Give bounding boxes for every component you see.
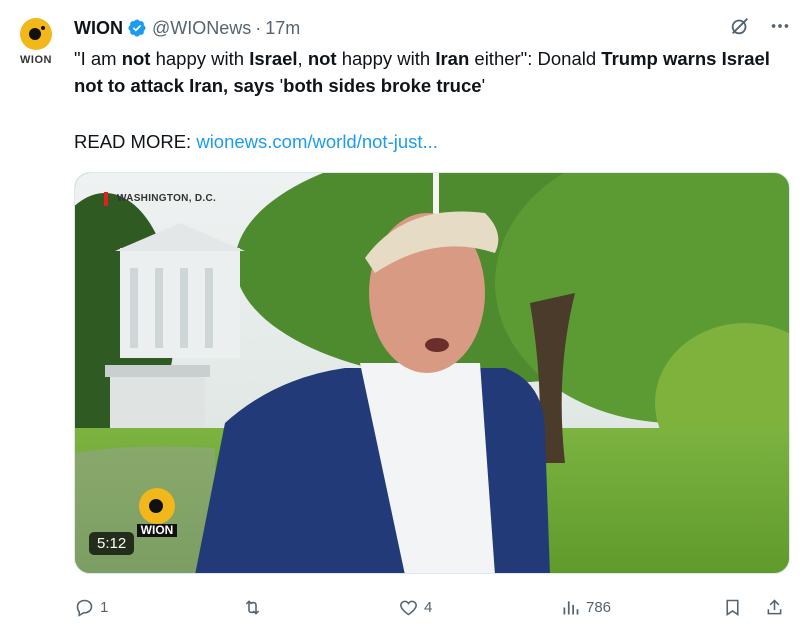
views-count: 786: [586, 598, 612, 616]
tweet-text: "I am not happy with Israel, not happy w…: [74, 45, 774, 99]
tweet-text-part: not: [121, 48, 151, 69]
location-marker: [104, 192, 108, 206]
like-count: 4: [424, 598, 433, 616]
video-duration: 5:12: [89, 532, 135, 555]
avatar[interactable]: WION: [14, 18, 58, 68]
avatar-label: WION: [20, 54, 52, 66]
tweet-text-part: Iran: [435, 48, 470, 69]
views-icon: [563, 600, 579, 614]
reply-count: 1: [100, 598, 109, 616]
tweet-text-part: ,: [297, 48, 308, 69]
tweet-text-part: "I am: [74, 48, 122, 69]
read-more-link[interactable]: wionews.com/world/not-just...: [196, 131, 438, 152]
like-icon: [400, 600, 417, 615]
action-bar: 1 4 786: [74, 592, 794, 622]
header-actions: [728, 14, 792, 38]
grok-icon[interactable]: [728, 14, 752, 38]
tweet-text-part: ': [274, 75, 284, 96]
retweet-icon: [245, 599, 260, 615]
read-more-label: READ MORE:: [74, 131, 197, 152]
share-button[interactable]: [764, 592, 785, 622]
tweet-text-part: happy with: [336, 48, 436, 69]
tweet-header: WION @WIONews · 17m: [74, 15, 300, 41]
like-button[interactable]: 4: [398, 592, 432, 622]
tweet-text-part: Trump: [601, 48, 658, 69]
tweet-text-part: happy with: [150, 48, 250, 69]
separator: ·: [255, 17, 262, 38]
tweet-text-part: not: [307, 48, 337, 69]
retweet-button[interactable]: [242, 592, 268, 622]
handle[interactable]: @WIONews: [152, 18, 251, 39]
bookmark-icon: [726, 599, 739, 616]
verified-icon: [128, 19, 146, 37]
more-icon[interactable]: [768, 14, 792, 38]
display-name[interactable]: WION: [74, 18, 123, 39]
tweet-text-part: both sides broke truce: [283, 75, 482, 96]
wion-logo-icon: [139, 488, 175, 524]
reply-icon: [76, 599, 93, 617]
share-icon: [767, 598, 782, 614]
bookmark-button[interactable]: [722, 592, 743, 622]
views-button[interactable]: 786: [560, 592, 611, 622]
video-frame: [75, 173, 789, 573]
timestamp[interactable]: 17m: [265, 18, 300, 39]
tweet-text-part: Israel: [249, 48, 298, 69]
reply-button[interactable]: 1: [74, 592, 108, 622]
video-location-label: WASHINGTON, D.C.: [117, 193, 217, 204]
video-logo-text: WION: [137, 524, 177, 537]
video-wion-logo: WION: [137, 486, 177, 538]
video-player[interactable]: [74, 172, 790, 574]
wion-logo-icon: [20, 18, 52, 50]
read-more-line: READ MORE: wionews.com/world/not-just...: [74, 128, 438, 155]
tweet-text-part: ': [481, 75, 486, 96]
tweet-text-part: either": Donald: [469, 48, 602, 69]
